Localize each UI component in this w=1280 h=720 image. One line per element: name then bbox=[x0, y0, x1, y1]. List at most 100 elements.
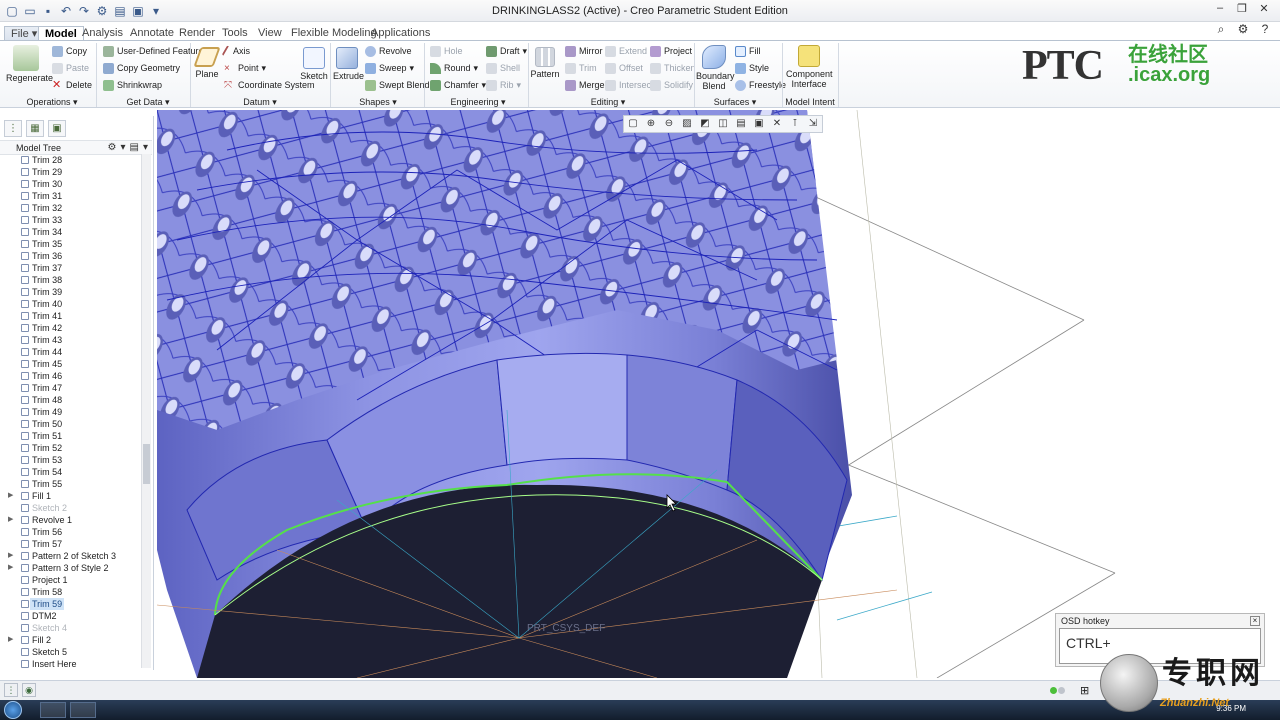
point-dropdown-icon[interactable]: ▾ bbox=[262, 63, 267, 74]
group-engineering[interactable]: Engineering ▾ bbox=[440, 97, 516, 108]
extend-button[interactable]: Extend bbox=[605, 46, 647, 57]
spin-center-icon[interactable]: ⇲ bbox=[804, 116, 822, 132]
offset-button[interactable]: Offset bbox=[605, 63, 643, 74]
group-shapes[interactable]: Shapes ▾ bbox=[340, 97, 416, 108]
boundary-blend-button[interactable]: Boundary Blend bbox=[696, 45, 735, 91]
component-interface-button[interactable]: Component Interface bbox=[786, 45, 833, 89]
close-icon[interactable]: ✕ bbox=[1256, 2, 1272, 16]
restore-icon[interactable]: ❐ bbox=[1234, 2, 1250, 16]
group-editing[interactable]: Editing ▾ bbox=[570, 97, 646, 108]
tab-applications[interactable]: Applications bbox=[365, 26, 436, 41]
axis-button[interactable]: Axis bbox=[221, 45, 250, 58]
sweep-button[interactable]: Sweep ▾ bbox=[365, 63, 414, 74]
boundary-blend-icon bbox=[702, 45, 726, 69]
chamfer-button[interactable]: Chamfer ▾ bbox=[430, 80, 486, 91]
favorites-icon[interactable]: ▣ bbox=[48, 120, 66, 137]
paste-button[interactable]: Paste bbox=[52, 63, 89, 74]
style-button[interactable]: Style bbox=[735, 63, 769, 74]
settings-icon[interactable]: ⚙ bbox=[1236, 22, 1250, 36]
tree-item-label: Trim 46 bbox=[32, 371, 63, 381]
regeneration-status-icon[interactable] bbox=[1050, 685, 1066, 695]
rib-dropdown-icon[interactable]: ▾ bbox=[517, 80, 522, 91]
expand-arrow-icon[interactable]: ▶ bbox=[8, 562, 16, 574]
model-viewport[interactable]: PRT_CSYS_DEF bbox=[157, 110, 1280, 678]
mirror-button[interactable]: Mirror bbox=[565, 46, 603, 57]
sketch-button[interactable]: Sketch bbox=[300, 47, 328, 81]
view-manager-icon[interactable]: ▤ bbox=[732, 116, 750, 132]
tab-analysis[interactable]: Analysis bbox=[76, 26, 129, 41]
expand-arrow-icon[interactable]: ▶ bbox=[8, 514, 16, 526]
selection-filter-icon[interactable]: ⊞ bbox=[1080, 684, 1089, 697]
expand-arrow-icon[interactable]: ▶ bbox=[8, 550, 16, 562]
feature-icon bbox=[21, 408, 29, 416]
expand-arrow-icon[interactable]: ▶ bbox=[8, 490, 16, 502]
tree-filter-icon[interactable]: ⚙ bbox=[108, 142, 117, 153]
repaint-icon[interactable]: ▨ bbox=[678, 116, 696, 132]
tab-render[interactable]: Render bbox=[173, 26, 221, 41]
point-button[interactable]: × Point ▾ bbox=[224, 63, 266, 74]
solidify-button[interactable]: Solidify bbox=[650, 80, 693, 91]
pattern-button[interactable]: Pattern bbox=[530, 47, 560, 79]
display-style-icon[interactable]: ◩ bbox=[696, 116, 714, 132]
model-tree-scrollbar[interactable] bbox=[141, 154, 151, 668]
sweep-dropdown-icon[interactable]: ▾ bbox=[410, 63, 415, 74]
coordinate-system-button[interactable]: ⤧ Coordinate System bbox=[224, 80, 315, 91]
scrollbar-thumb[interactable] bbox=[143, 444, 150, 484]
taskbar-app-creo[interactable] bbox=[40, 702, 66, 718]
thicken-button[interactable]: Thicken bbox=[650, 63, 696, 74]
help-icon[interactable]: ? bbox=[1258, 22, 1272, 36]
intersect-button[interactable]: Intersect bbox=[605, 80, 654, 91]
draft-dropdown-icon[interactable]: ▾ bbox=[523, 46, 528, 57]
navigator-toggle-icon[interactable]: ⋮ bbox=[4, 683, 18, 697]
delete-button[interactable]: ✕ Delete bbox=[52, 80, 92, 91]
fill-button[interactable]: Fill bbox=[735, 46, 761, 57]
tree-filter-dropdown-icon[interactable]: ▾ bbox=[120, 142, 125, 153]
saved-orientations-icon[interactable]: ◫ bbox=[714, 116, 732, 132]
zoom-out-icon[interactable]: ⊖ bbox=[660, 116, 678, 132]
tree-columns-icon[interactable]: ▤ bbox=[130, 142, 139, 153]
round-dropdown-icon[interactable]: ▾ bbox=[474, 63, 479, 74]
draft-button[interactable]: Draft ▾ bbox=[486, 46, 527, 57]
plane-button[interactable]: Plane bbox=[193, 47, 221, 79]
tab-tools[interactable]: Tools bbox=[216, 26, 254, 41]
copy-geometry-button[interactable]: Copy Geometry bbox=[103, 63, 180, 74]
start-button[interactable] bbox=[4, 701, 22, 719]
zoom-in-icon[interactable]: ⊕ bbox=[642, 116, 660, 132]
search-icon[interactable]: ⌕ bbox=[1214, 22, 1228, 36]
browser-toggle-icon[interactable]: ◉ bbox=[22, 683, 36, 697]
model-tree-tab-icon[interactable]: ⋮ bbox=[4, 120, 22, 137]
round-button[interactable]: Round ▾ bbox=[430, 63, 478, 74]
group-get-data[interactable]: Get Data ▾ bbox=[110, 97, 186, 108]
rib-button[interactable]: Rib ▾ bbox=[486, 80, 521, 91]
hole-button[interactable]: Hole bbox=[430, 46, 463, 57]
regenerate-button[interactable]: Regenerate bbox=[6, 45, 53, 83]
taskbar-app-explorer[interactable] bbox=[70, 702, 96, 718]
revolve-button[interactable]: Revolve bbox=[365, 46, 412, 57]
group-datum[interactable]: Datum ▾ bbox=[222, 97, 298, 108]
minimize-icon[interactable]: – bbox=[1212, 2, 1228, 16]
copy-button[interactable]: Copy bbox=[52, 46, 87, 57]
extrude-button[interactable]: Extrude bbox=[333, 47, 364, 81]
refit-icon[interactable]: ▢ bbox=[624, 116, 642, 132]
swept-blend-button[interactable]: Swept Blend bbox=[365, 80, 430, 91]
expand-arrow-icon[interactable]: ▶ bbox=[8, 634, 16, 646]
fill-icon bbox=[735, 46, 746, 57]
tree-columns-dropdown-icon[interactable]: ▾ bbox=[143, 142, 148, 153]
project-button[interactable]: Project bbox=[650, 46, 692, 57]
freestyle-button[interactable]: Freestyle bbox=[735, 80, 786, 91]
folder-browser-icon[interactable]: ▦ bbox=[26, 120, 44, 137]
user-defined-feature-button[interactable]: User-Defined Feature bbox=[103, 46, 204, 57]
tab-view[interactable]: View bbox=[252, 26, 288, 41]
close-icon[interactable]: × bbox=[1250, 616, 1260, 626]
graphics-area[interactable]: PRT_CSYS_DEF ▢ ⊕ ⊖ ▨ ◩ ◫ ▤ ▣ ✕ ⊺ ⇲ bbox=[157, 110, 1280, 678]
group-operations[interactable]: Operations ▾ bbox=[14, 97, 90, 108]
merge-button[interactable]: Merge bbox=[565, 80, 605, 91]
datum-display-icon[interactable]: ✕ bbox=[768, 116, 786, 132]
group-surfaces[interactable]: Surfaces ▾ bbox=[710, 97, 760, 108]
shrinkwrap-button[interactable]: Shrinkwrap bbox=[103, 80, 162, 91]
perspective-icon[interactable]: ▣ bbox=[750, 116, 768, 132]
trim-button[interactable]: Trim bbox=[565, 63, 597, 74]
shell-button[interactable]: Shell bbox=[486, 63, 520, 74]
tab-annotate[interactable]: Annotate bbox=[124, 26, 180, 41]
annotation-display-icon[interactable]: ⊺ bbox=[786, 116, 804, 132]
